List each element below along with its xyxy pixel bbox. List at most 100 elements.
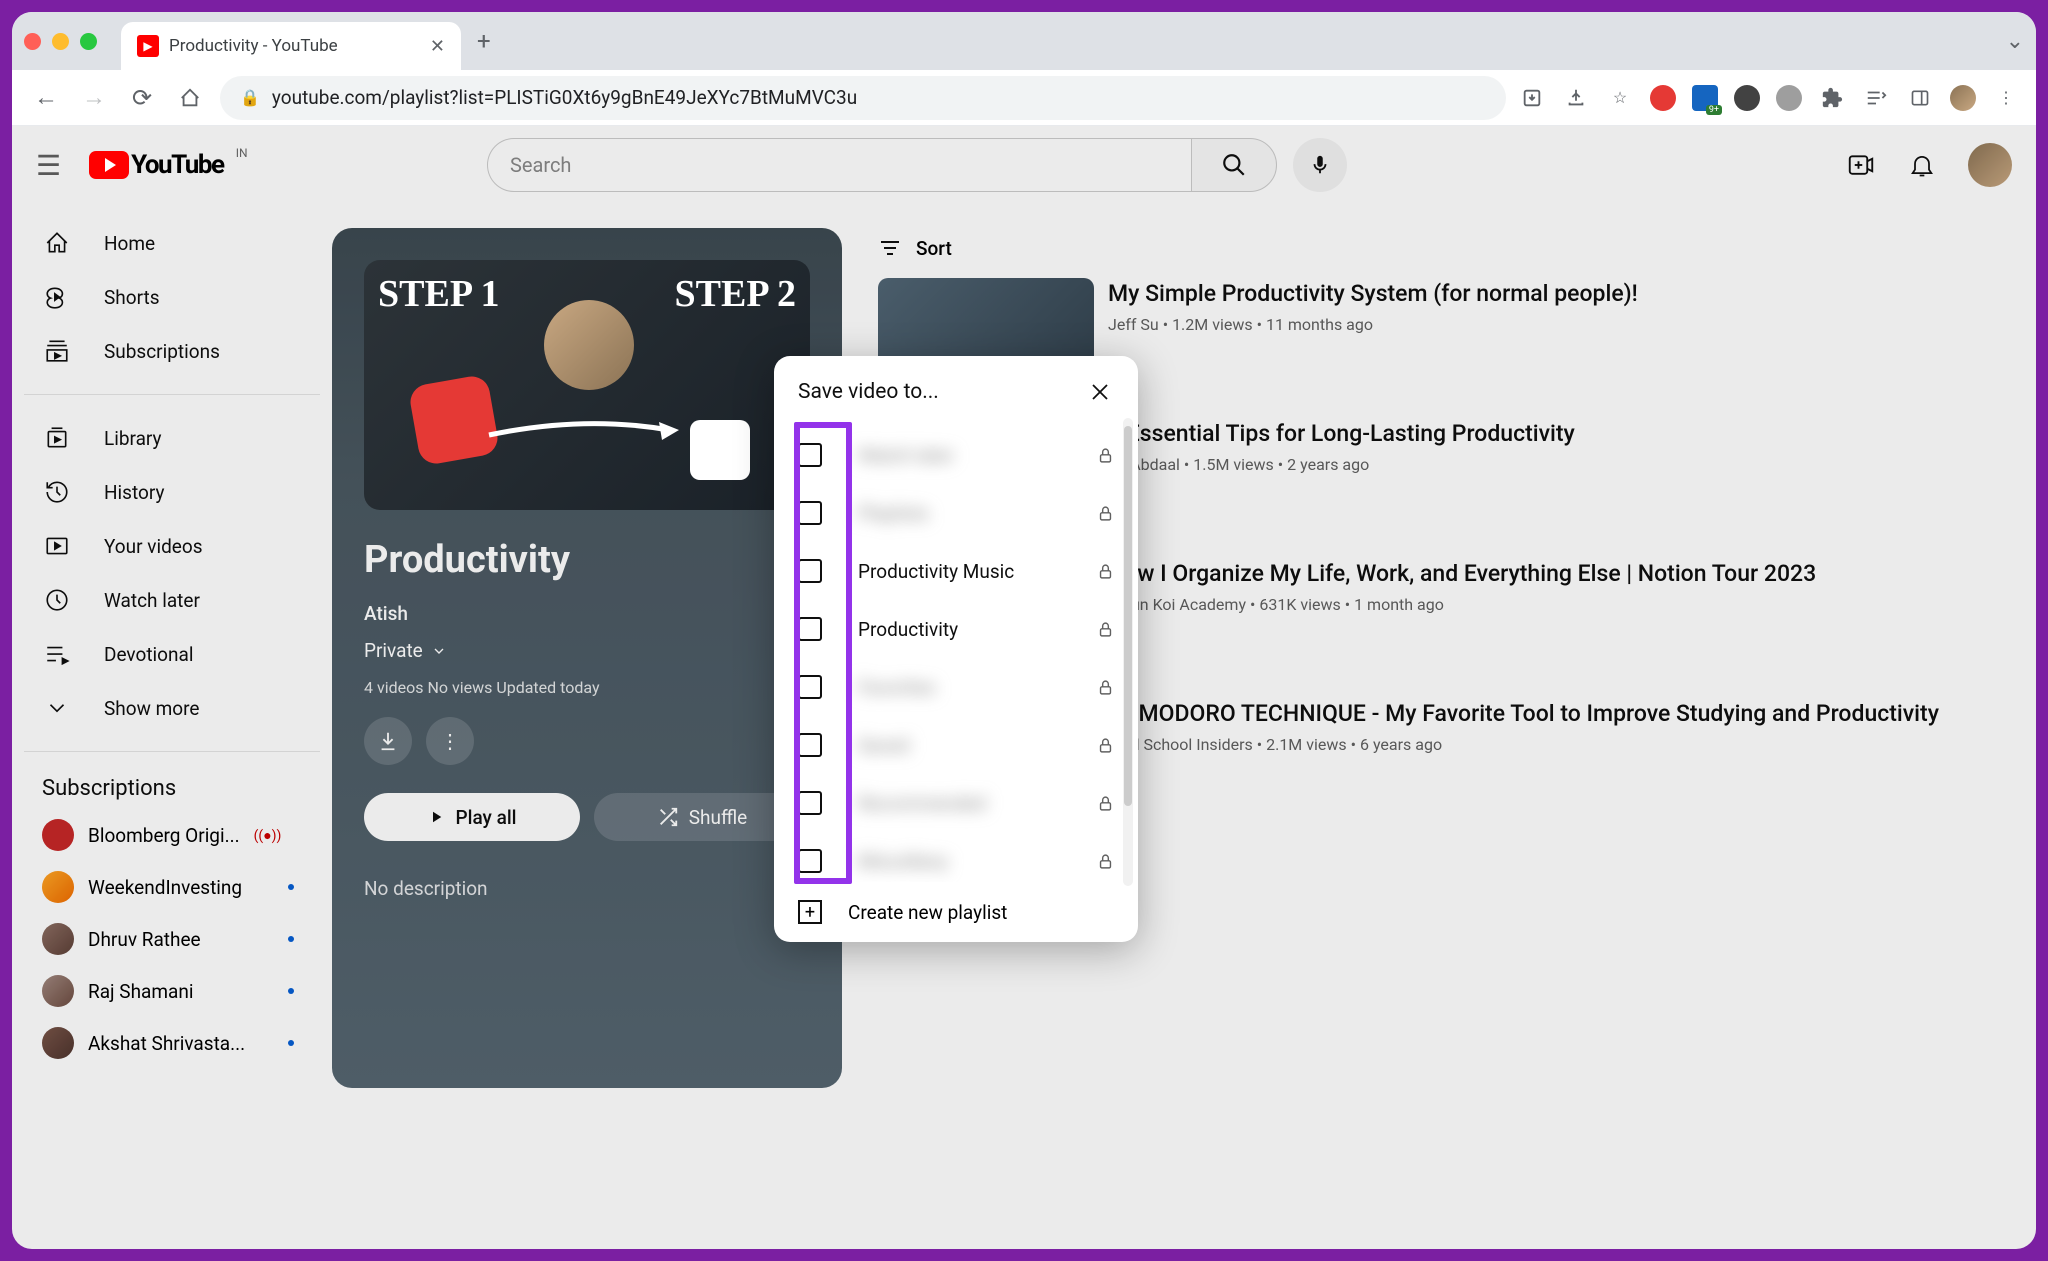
back-button[interactable]: ← xyxy=(28,80,64,116)
playlist-option[interactable]: Playlists xyxy=(798,484,1114,542)
download-button[interactable] xyxy=(364,717,412,765)
sidebar-item-shorts[interactable]: Shorts xyxy=(24,270,320,324)
search-input[interactable]: Search xyxy=(487,138,1191,192)
extensions-icon[interactable] xyxy=(1818,84,1846,112)
youtube-logo-text: YouTube xyxy=(131,150,223,180)
playlist-option-name: Productivity xyxy=(858,618,1097,641)
subscription-channel[interactable]: Dhruv Rathee xyxy=(24,913,320,965)
checkbox[interactable] xyxy=(798,443,822,467)
scrollbar-thumb[interactable] xyxy=(1124,426,1132,806)
shuffle-icon xyxy=(657,806,679,828)
playlist-option[interactable]: Watch later xyxy=(798,426,1114,484)
checkbox[interactable] xyxy=(798,791,822,815)
close-dialog-button[interactable] xyxy=(1086,378,1114,406)
sidepanel-icon[interactable] xyxy=(1906,84,1934,112)
subscription-channel[interactable]: Raj Shamani xyxy=(24,965,320,1017)
extension-icon[interactable] xyxy=(1734,85,1760,111)
new-content-dot-icon xyxy=(288,884,294,890)
search-button[interactable] xyxy=(1191,138,1277,192)
new-content-dot-icon xyxy=(288,988,294,994)
home-button[interactable] xyxy=(172,80,208,116)
media-control-icon[interactable] xyxy=(1862,84,1890,112)
video-title: My Simple Productivity System (for norma… xyxy=(1108,278,1638,309)
profile-avatar[interactable] xyxy=(1950,85,1976,111)
sidebar: Home Shorts Subscriptions Library H xyxy=(12,204,332,1249)
playlist-option[interactable]: Miscellany xyxy=(798,832,1114,882)
voice-search-button[interactable] xyxy=(1293,138,1347,192)
play-all-button[interactable]: Play all xyxy=(364,793,580,841)
playlist-privacy[interactable]: Private xyxy=(364,639,810,662)
new-tab-button[interactable]: + xyxy=(477,27,491,55)
subscription-channel[interactable]: WeekendInvesting xyxy=(24,861,320,913)
lock-icon xyxy=(1097,795,1114,812)
subscriptions-icon xyxy=(42,336,72,366)
playlist-icon xyxy=(42,639,72,669)
create-icon[interactable] xyxy=(1846,150,1876,180)
minimize-window-icon[interactable] xyxy=(52,33,69,50)
video-meta: Jeff Su • 1.2M views • 11 months ago xyxy=(1108,315,1638,334)
dialog-title: Save video to... xyxy=(798,380,939,404)
sidebar-item-playlist[interactable]: Devotional xyxy=(24,627,320,681)
checkbox[interactable] xyxy=(798,733,822,757)
more-button[interactable]: ⋮ xyxy=(426,717,474,765)
sidebar-item-show-more[interactable]: Show more xyxy=(24,681,320,735)
extension-icon[interactable] xyxy=(1650,85,1676,111)
user-avatar[interactable] xyxy=(1968,143,2012,187)
subscription-channel[interactable]: Akshat Shrivasta... xyxy=(24,1017,320,1069)
browser-tab[interactable]: ▶ Productivity - YouTube ✕ xyxy=(121,22,461,70)
bookmark-icon[interactable]: ☆ xyxy=(1606,84,1634,112)
video-meta: Ali Abdaal • 1.5M views • 2 years ago xyxy=(1108,455,1575,474)
install-icon[interactable] xyxy=(1518,84,1546,112)
chevron-down-icon[interactable]: ⌄ xyxy=(2006,29,2024,54)
playlist-option[interactable]: Saved xyxy=(798,716,1114,774)
playlist-option[interactable]: Productivity Music xyxy=(798,542,1114,600)
checkbox[interactable] xyxy=(798,675,822,699)
playlist-description: No description xyxy=(364,877,810,900)
video-meta: Cajun Koi Academy • 631K views • 1 month… xyxy=(1108,595,1816,614)
channel-avatar-icon xyxy=(42,1027,74,1059)
lock-icon xyxy=(1097,447,1114,464)
playlist-option[interactable]: Favorites xyxy=(798,658,1114,716)
menu-icon[interactable]: ⋮ xyxy=(1992,84,2020,112)
chevron-down-icon xyxy=(42,693,72,723)
address-bar[interactable]: 🔒 youtube.com/playlist?list=PLISTiG0Xt6y… xyxy=(220,76,1506,120)
create-playlist-button[interactable]: + Create new playlist xyxy=(774,882,1138,942)
extension-icon[interactable]: 9+ xyxy=(1692,85,1718,111)
lock-icon xyxy=(1097,505,1114,522)
sidebar-item-watch-later[interactable]: Watch later xyxy=(24,573,320,627)
window-controls xyxy=(24,33,97,50)
maximize-window-icon[interactable] xyxy=(80,33,97,50)
channel-avatar-icon xyxy=(42,975,74,1007)
checkbox[interactable] xyxy=(798,501,822,525)
playlist-owner[interactable]: Atish xyxy=(364,602,810,625)
sort-button[interactable]: Sort xyxy=(878,228,1939,268)
checkbox[interactable] xyxy=(798,617,822,641)
notifications-icon[interactable] xyxy=(1908,151,1936,179)
sidebar-item-your-videos[interactable]: Your videos xyxy=(24,519,320,573)
extension-icon[interactable] xyxy=(1776,85,1802,111)
sidebar-item-history[interactable]: History xyxy=(24,465,320,519)
close-window-icon[interactable] xyxy=(24,33,41,50)
sidebar-item-subscriptions[interactable]: Subscriptions xyxy=(24,324,320,378)
hamburger-icon[interactable]: ☰ xyxy=(36,149,61,182)
lock-icon xyxy=(1097,563,1114,580)
lock-icon xyxy=(1097,737,1114,754)
share-icon[interactable] xyxy=(1562,84,1590,112)
your-videos-icon xyxy=(42,531,72,561)
playlist-option[interactable]: Recommended xyxy=(798,774,1114,832)
playlist-option[interactable]: Productivity xyxy=(798,600,1114,658)
subscription-channel[interactable]: Bloomberg Origi... ((●)) xyxy=(24,809,320,861)
live-icon: ((●)) xyxy=(254,827,282,844)
youtube-header: ☰ YouTube IN Search xyxy=(12,126,2036,204)
checkbox[interactable] xyxy=(798,849,822,873)
playlist-thumbnail[interactable]: STEP 1 STEP 2 N xyxy=(364,260,810,510)
lock-icon: 🔒 xyxy=(240,88,260,107)
sidebar-item-home[interactable]: Home xyxy=(24,216,320,270)
history-icon xyxy=(42,477,72,507)
checkbox[interactable] xyxy=(798,559,822,583)
lock-icon xyxy=(1097,679,1114,696)
youtube-logo[interactable]: YouTube IN xyxy=(89,150,223,180)
reload-button[interactable]: ⟳ xyxy=(124,80,160,116)
sidebar-item-library[interactable]: Library xyxy=(24,411,320,465)
close-tab-icon[interactable]: ✕ xyxy=(430,36,445,57)
